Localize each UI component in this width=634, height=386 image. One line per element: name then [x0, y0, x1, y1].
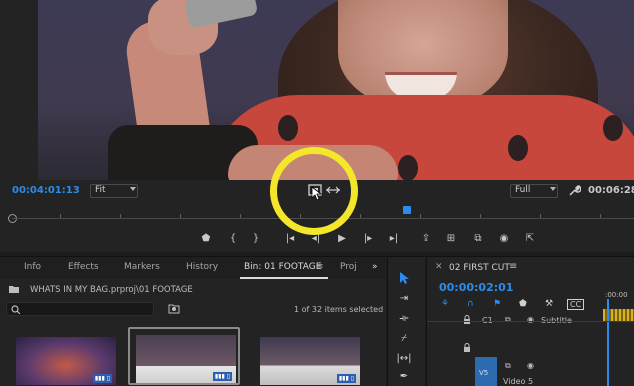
clip-thumbnail[interactable]: ▮▮▮ ▯ — [8, 329, 120, 386]
captions-icon[interactable]: CC — [567, 299, 585, 310]
timeline-panel: ✕ 02 FIRST CUT ≡ 00:00:02:01 ⚘ ∩ ⚑ ⬟ ⚒ C… — [426, 256, 634, 386]
step-forward-icon[interactable]: |▸ — [360, 231, 376, 247]
eye-icon[interactable]: ◉ — [527, 361, 534, 370]
tab-history[interactable]: History — [186, 262, 218, 272]
sweater-dot — [508, 135, 528, 161]
cursor-icon — [311, 186, 323, 201]
new-bin-icon[interactable] — [168, 303, 180, 314]
ruler-tick — [420, 214, 421, 218]
razor-icon[interactable]: ⌿ — [396, 331, 412, 347]
eye-icon[interactable]: ◉ — [527, 315, 534, 324]
track-v5-target[interactable]: V5 — [475, 357, 497, 386]
ruler-tick — [120, 214, 121, 218]
search-icon — [11, 305, 20, 314]
tab-project[interactable]: Proj — [340, 262, 357, 272]
track-toggle-icon[interactable]: ⧉ — [505, 361, 511, 371]
clip-badge: ▮▮▮ ▯ — [212, 372, 232, 381]
bin-path: WHATS IN MY BAG.prproj\01 FOOTAGE — [30, 285, 193, 295]
tab-markers[interactable]: Markers — [124, 262, 160, 272]
more-tabs-icon[interactable]: » — [372, 262, 378, 272]
selection-tool-icon[interactable] — [398, 271, 410, 285]
items-selected-count: 1 of 32 items selected — [294, 305, 384, 314]
mark-out-icon[interactable]: } — [248, 231, 264, 247]
track-toggle-icon[interactable]: ⧉ — [505, 315, 511, 325]
track-divider — [427, 321, 634, 322]
chevron-down-icon — [130, 187, 136, 191]
tab-effects[interactable]: Effects — [68, 262, 99, 272]
extract-icon[interactable]: ⊞ — [443, 231, 459, 247]
pen-icon[interactable]: ✒ — [396, 369, 412, 385]
sequence-tab[interactable]: 02 FIRST CUT — [449, 263, 510, 273]
wrench-icon[interactable] — [568, 184, 581, 197]
tools-panel: ⇥ ⟛ ⌿ |↔| ✒ — [387, 256, 425, 386]
sequence-menu-icon[interactable]: ≡ — [509, 261, 517, 272]
snap-icon[interactable]: ⚘ — [441, 299, 449, 309]
ruler-tick — [600, 214, 601, 218]
go-to-in-icon[interactable]: |◂ — [282, 231, 298, 247]
sweater-dot — [278, 115, 298, 141]
project-panel: Info Effects Markers History Bin: 01 FOO… — [0, 256, 386, 386]
timeline-timecode[interactable]: 00:00:02:01 — [439, 281, 513, 294]
video5-track-label: Video 5 — [503, 377, 534, 386]
timeline-ruler-label: :00:00 — [605, 291, 628, 299]
mark-in-icon[interactable]: { — [225, 231, 241, 247]
clip-badge: ▮▮▮ ▯ — [92, 374, 112, 383]
timeline-settings-icon[interactable]: ⚒ — [545, 299, 553, 309]
tab-info[interactable]: Info — [24, 262, 41, 272]
monitor-playhead[interactable] — [403, 206, 411, 214]
lock-icon[interactable] — [463, 343, 471, 353]
sweater-dot — [398, 155, 418, 180]
ripple-edit-icon[interactable]: ⟛ — [396, 311, 412, 327]
lift-icon[interactable]: ⇪ — [418, 231, 434, 247]
duration-timecode: 00:06:28: — [588, 185, 634, 196]
clip-thumbnail-selected[interactable]: ▮▮▮ ▯ — [128, 327, 240, 385]
add-marker-icon[interactable]: ⬟ — [519, 299, 527, 309]
slip-icon[interactable]: |↔| — [396, 351, 412, 367]
active-tab-underline — [240, 277, 328, 279]
tab-menu-icon[interactable]: ≡ — [316, 262, 324, 272]
camera-icon[interactable]: ◉ — [496, 231, 512, 247]
resolution-value: Full — [515, 185, 531, 195]
track-select-icon[interactable]: ⇥ — [396, 291, 412, 307]
export-frame-icon[interactable]: ⇱ — [522, 231, 538, 247]
ruler-tick — [180, 214, 181, 218]
go-to-out-icon[interactable]: ▸| — [386, 231, 402, 247]
panel-tabs: Info Effects Markers History Bin: 01 FOO… — [0, 257, 386, 279]
ruler-tick — [240, 214, 241, 218]
zoom-dropdown-value: Fit — [95, 185, 106, 195]
marker-icon[interactable]: ⬟ — [198, 231, 214, 247]
premiere-workspace: 00:04:01:13 Fit Full 00:06:28: — [0, 0, 634, 386]
playback-resolution-dropdown[interactable]: Full — [510, 184, 558, 198]
lock-icon[interactable] — [463, 315, 471, 325]
sweater-dot — [603, 115, 623, 141]
close-icon[interactable]: ✕ — [435, 262, 443, 272]
search-input[interactable] — [6, 302, 154, 316]
zoom-dropdown[interactable]: Fit — [90, 184, 138, 198]
ruler-tick — [360, 214, 361, 218]
linked-selection-icon[interactable]: ⚑ — [493, 299, 501, 309]
magnet-icon[interactable]: ∩ — [467, 299, 474, 309]
chevron-down-icon — [550, 187, 556, 191]
ruler-tick — [480, 214, 481, 218]
play-icon[interactable]: ▶ — [334, 231, 350, 247]
playhead-timecode[interactable]: 00:04:01:13 — [12, 185, 80, 196]
timeline-playhead[interactable] — [607, 299, 609, 386]
ruler-tick — [60, 214, 61, 218]
tab-bin-footage[interactable]: Bin: 01 FOOTAGE — [244, 262, 321, 272]
compare-view-icon[interactable]: ⧉ — [470, 231, 486, 247]
clip-badge: ▮▮▮ ▯ — [336, 374, 356, 383]
clip-thumbnail[interactable]: ▮▮▮ ▯ — [252, 329, 364, 386]
video-object — [183, 0, 259, 29]
ruler-tick — [540, 214, 541, 218]
folder-icon[interactable] — [8, 284, 20, 294]
